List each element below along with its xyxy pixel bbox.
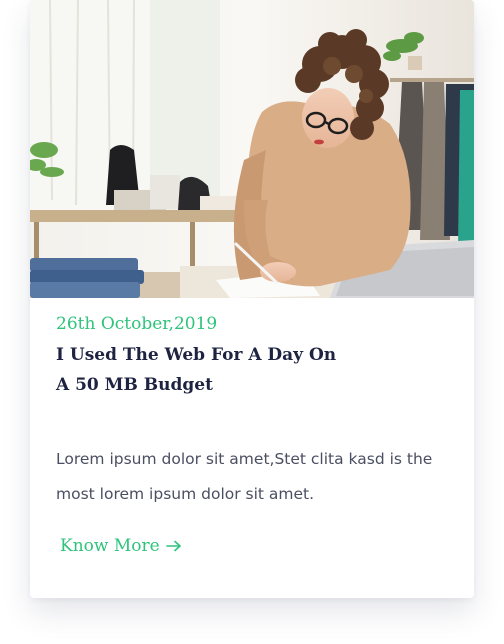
- know-more-label: Know More: [60, 536, 160, 556]
- blog-photo[interactable]: [30, 0, 474, 298]
- know-more-link[interactable]: Know More: [60, 536, 182, 556]
- post-excerpt: Lorem ipsum dolor sit amet,Stet clita ka…: [56, 450, 433, 503]
- post-title[interactable]: I Used The Web For A Day On A 50 MB Budg…: [56, 340, 346, 400]
- card-body: 26th October,2019 I Used The Web For A D…: [56, 312, 448, 512]
- post-date: 26th October,2019: [56, 314, 218, 334]
- arrow-right-icon: [165, 540, 181, 552]
- blog-card: 26th October,2019 I Used The Web For A D…: [30, 0, 474, 598]
